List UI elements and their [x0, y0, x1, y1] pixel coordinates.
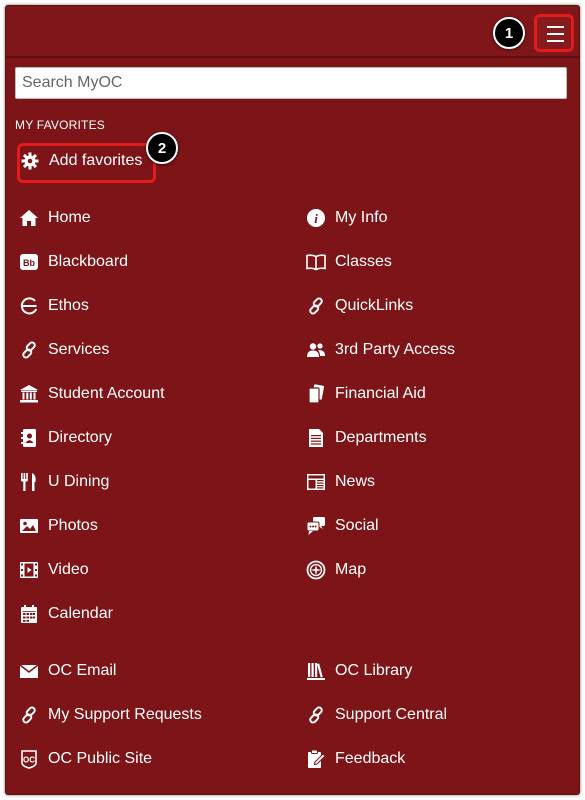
menu-item-ethos[interactable]: Ethos	[19, 294, 89, 318]
menu-item-label: U Dining	[48, 473, 110, 490]
svg-text:i: i	[314, 211, 318, 226]
menu-item-home[interactable]: Home	[19, 206, 91, 230]
menu-item-label: Student Account	[48, 385, 165, 402]
menu-item-label: OC Public Site	[48, 750, 153, 767]
menu-item-label: News	[335, 473, 376, 490]
svg-text:OC: OC	[23, 756, 35, 765]
callout-badge-1: 1	[493, 17, 525, 49]
menu-item-label: Financial Aid	[335, 385, 426, 402]
menu-item-3rd-party-access[interactable]: 3rd Party Access	[306, 338, 455, 362]
menu-item-label: Directory	[48, 429, 113, 446]
newspaper-icon	[306, 472, 326, 492]
menu-item-label: OC Email	[48, 662, 117, 679]
link-icon	[19, 340, 39, 360]
ethos-icon	[19, 296, 39, 316]
compass-icon	[306, 560, 326, 580]
menu-item-my-support-requests[interactable]: My Support Requests	[19, 703, 202, 727]
menu-item-label: 3rd Party Access	[335, 341, 456, 358]
hamburger-icon-bar	[547, 33, 564, 35]
chat-icon	[306, 516, 326, 536]
info-icon: i	[306, 208, 326, 228]
svg-text:Bb: Bb	[23, 258, 35, 268]
address-book-icon	[19, 428, 39, 448]
bank-icon	[19, 384, 39, 404]
add-favorites-label: Add favorites	[49, 152, 143, 169]
library-icon	[306, 661, 326, 681]
envelope-icon	[19, 661, 39, 681]
menu-item-label: Map	[335, 561, 367, 578]
gear-icon	[20, 151, 40, 171]
menu-item-label: QuickLinks	[335, 297, 414, 314]
menu-item-label: Services	[48, 341, 110, 358]
menu-item-photos[interactable]: Photos	[19, 514, 98, 538]
menu-item-label: Departments	[335, 429, 427, 446]
menu-item-oc-public-site[interactable]: OC OC Public Site	[19, 747, 152, 771]
film-icon	[19, 560, 39, 580]
menu-item-label: Support Central	[335, 706, 448, 723]
menu-item-label: My Support Requests	[48, 706, 202, 723]
app-frame: 1 MY FAVORITES Add favorites 2 Home Bb B…	[5, 5, 580, 795]
menu-item-u-dining[interactable]: U Dining	[19, 470, 109, 494]
menu-item-student-account[interactable]: Student Account	[19, 382, 165, 406]
menu-item-my-info[interactable]: i My Info	[306, 206, 387, 230]
cards-icon	[306, 384, 326, 404]
image-icon	[19, 516, 39, 536]
menu-item-oc-library[interactable]: OC Library	[306, 659, 412, 683]
top-bar: 1	[6, 6, 579, 58]
blackboard-icon: Bb	[19, 252, 39, 272]
menu-item-video[interactable]: Video	[19, 558, 89, 582]
menu-item-departments[interactable]: Departments	[306, 426, 427, 450]
menu-item-label: Social	[335, 517, 379, 534]
book-icon	[306, 252, 326, 272]
utensils-icon	[19, 472, 39, 492]
menu-item-label: Blackboard	[48, 253, 129, 270]
calendar-icon	[19, 604, 39, 624]
users-icon	[306, 340, 326, 360]
menu-item-feedback[interactable]: Feedback	[306, 747, 405, 771]
menu-item-map[interactable]: Map	[306, 558, 366, 582]
link-icon	[306, 705, 326, 725]
menu-item-label: Ethos	[48, 297, 89, 314]
menu-item-calendar[interactable]: Calendar	[19, 602, 113, 626]
callout-badge-2: 2	[146, 132, 178, 164]
menu-item-label: Classes	[335, 253, 392, 270]
menu-item-quicklinks[interactable]: QuickLinks	[306, 294, 413, 318]
home-icon	[19, 208, 39, 228]
menu-item-services[interactable]: Services	[19, 338, 109, 362]
hamburger-icon-bar	[547, 40, 564, 42]
menu-item-news[interactable]: News	[306, 470, 375, 494]
menu-item-financial-aid[interactable]: Financial Aid	[306, 382, 426, 406]
menu-item-label: Video	[48, 561, 89, 578]
feedback-icon	[306, 749, 326, 769]
oc-logo-icon: OC	[19, 749, 39, 769]
document-icon	[306, 428, 326, 448]
link-icon	[306, 296, 326, 316]
menu-item-support-central[interactable]: Support Central	[306, 703, 447, 727]
menu-item-label: OC Library	[335, 662, 413, 679]
hamburger-icon	[547, 26, 564, 28]
menu-item-label: My Info	[335, 209, 388, 226]
favorites-section-title: MY FAVORITES	[15, 118, 105, 132]
menu-item-directory[interactable]: Directory	[19, 426, 112, 450]
menu-item-oc-email[interactable]: OC Email	[19, 659, 116, 683]
menu-item-label: Photos	[48, 517, 98, 534]
search-input[interactable]	[15, 67, 567, 99]
menu-item-label: Home	[48, 209, 91, 226]
menu-item-social[interactable]: Social	[306, 514, 379, 538]
menu-item-classes[interactable]: Classes	[306, 250, 392, 274]
hamburger-menu-button[interactable]	[534, 14, 574, 52]
add-favorites-button[interactable]: Add favorites	[20, 149, 142, 173]
menu-item-label: Feedback	[335, 750, 406, 767]
menu-item-blackboard[interactable]: Bb Blackboard	[19, 250, 128, 274]
menu-item-label: Calendar	[48, 605, 113, 622]
link-icon	[19, 705, 39, 725]
